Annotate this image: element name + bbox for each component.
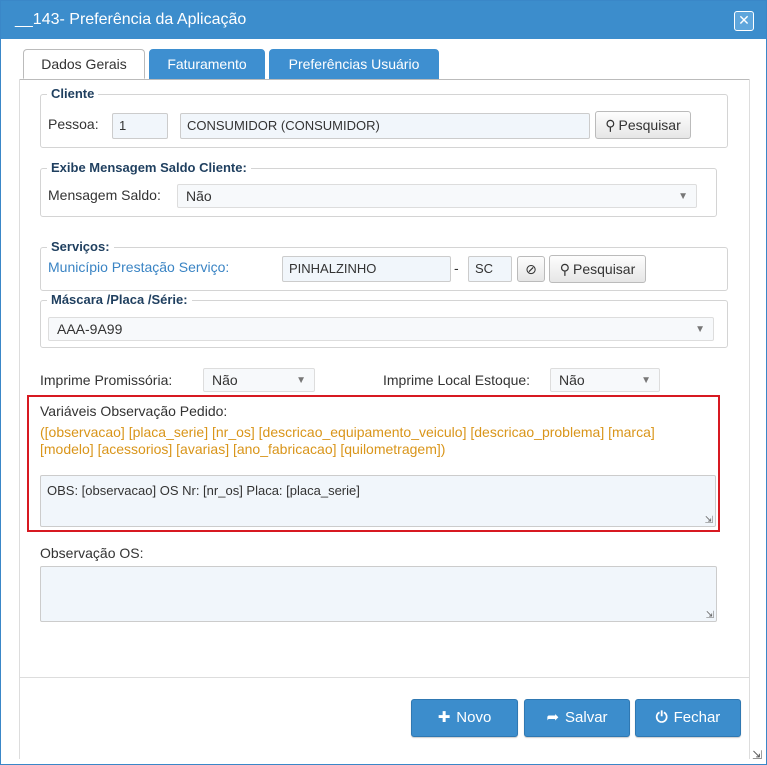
footer-divider	[19, 677, 749, 678]
imprime-local-estoque-select[interactable]: Não ▼	[550, 368, 660, 392]
panel-border-left	[19, 79, 20, 759]
mensagem-saldo-legend: Exibe Mensagem Saldo Cliente:	[47, 161, 251, 175]
chevron-down-icon: ▼	[296, 375, 306, 386]
municipio-input[interactable]: PINHALZINHO	[282, 256, 451, 282]
cliente-search-button[interactable]: ⚲ Pesquisar	[595, 111, 691, 139]
mascara-legend: Máscara /Placa /Série:	[47, 293, 192, 307]
salvar-button[interactable]: ➦ Salvar	[524, 699, 630, 737]
imprime-promissoria-label: Imprime Promissória:	[40, 372, 173, 388]
close-icon: ✕	[738, 12, 750, 28]
pessoa-label: Pessoa:	[48, 116, 99, 132]
variaveis-label: Variáveis Observação Pedido:	[40, 403, 228, 419]
tab-dados-gerais[interactable]: Dados Gerais	[23, 49, 145, 79]
salvar-label: Salvar	[565, 709, 608, 726]
observacao-pedido-text: OBS: [observacao] OS Nr: [nr_os] Placa: …	[47, 483, 360, 498]
imprime-promissoria-select[interactable]: Não ▼	[203, 368, 315, 392]
cliente-search-label: Pesquisar	[618, 117, 681, 133]
window-title: __143- Preferência da Aplicação	[15, 11, 247, 28]
search-icon: ⚲	[605, 117, 616, 133]
panel-border-right	[749, 79, 750, 759]
mensagem-saldo-value: Não	[186, 188, 212, 204]
observacao-os-label: Observação OS:	[40, 545, 144, 561]
novo-label: Novo	[456, 709, 492, 726]
cliente-legend: Cliente	[47, 87, 99, 101]
dialog-content: Dados Gerais Faturamento Preferências Us…	[7, 39, 760, 761]
save-icon: ➦	[546, 709, 560, 726]
fechar-button[interactable]: ⏻ Fechar	[635, 699, 741, 737]
preferences-dialog: __143- Preferência da Aplicação ✕ Dados …	[0, 0, 767, 765]
novo-button[interactable]: ✚ Novo	[411, 699, 518, 737]
mensagem-saldo-select[interactable]: Não ▼	[177, 184, 697, 208]
mascara-value: AAA-9A99	[57, 321, 123, 337]
pessoa-name-input[interactable]: CONSUMIDOR (CONSUMIDOR)	[180, 113, 590, 139]
tab-panel-border	[19, 79, 749, 80]
resize-grip-icon[interactable]: ⇲	[705, 515, 713, 526]
tab-preferencias-usuario[interactable]: Preferências Usuário	[269, 49, 439, 79]
municipio-label: Município Prestação Serviço:	[48, 259, 230, 275]
ban-icon: ⊘	[525, 261, 537, 277]
close-button[interactable]: ✕	[734, 11, 754, 31]
plus-icon: ✚	[437, 709, 451, 726]
uf-input[interactable]: SC	[468, 256, 512, 282]
variaveis-list-line2: [modelo] [acessorios] [avarias] [ano_fab…	[40, 441, 446, 457]
power-icon: ⏻	[655, 709, 668, 726]
imprime-local-estoque-value: Não	[559, 372, 585, 388]
clear-button[interactable]: ⊘	[517, 256, 545, 282]
municipio-separator: -	[454, 260, 459, 276]
tab-faturamento[interactable]: Faturamento	[149, 49, 265, 79]
variaveis-list-line1: ([observacao] [placa_serie] [nr_os] [des…	[40, 424, 655, 440]
imprime-local-estoque-label: Imprime Local Estoque:	[383, 372, 531, 388]
servicos-search-button[interactable]: ⚲ Pesquisar	[549, 255, 646, 283]
chevron-down-icon: ▼	[678, 191, 688, 202]
search-icon: ⚲	[559, 261, 570, 277]
chevron-down-icon: ▼	[641, 375, 651, 386]
servicos-legend: Serviços:	[47, 240, 114, 254]
imprime-promissoria-value: Não	[212, 372, 238, 388]
mascara-select[interactable]: AAA-9A99 ▼	[48, 317, 714, 341]
chevron-down-icon: ▼	[695, 324, 705, 335]
resize-grip-icon[interactable]: ⇲	[706, 610, 714, 621]
servicos-search-label: Pesquisar	[573, 261, 636, 277]
observacao-os-textarea[interactable]: ⇲	[40, 566, 717, 622]
title-bar[interactable]: __143- Preferência da Aplicação ✕	[1, 1, 766, 39]
pessoa-code-input[interactable]: 1	[112, 113, 168, 139]
observacao-pedido-textarea[interactable]: OBS: [observacao] OS Nr: [nr_os] Placa: …	[40, 475, 716, 527]
mensagem-saldo-label: Mensagem Saldo:	[48, 187, 161, 203]
window-resize-grip-icon[interactable]: ⇲	[752, 748, 762, 762]
fechar-label: Fechar	[673, 709, 721, 726]
variaveis-highlight-box: Variáveis Observação Pedido: ([observaca…	[27, 395, 720, 532]
